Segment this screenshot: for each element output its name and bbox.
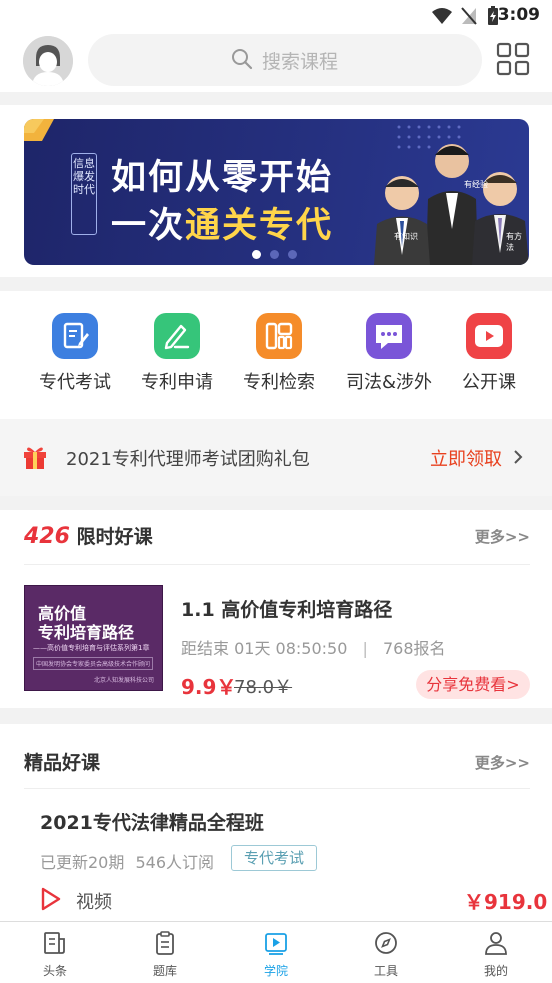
banner-section: 信息爆发时代 如何从零开始 一次通关专代 有知识 有经验 有方法 (0, 105, 552, 277)
banner-vertical-text: 信息爆发时代 (71, 153, 97, 235)
chevron-right-icon (514, 450, 523, 464)
tab-label: 题库 (152, 964, 177, 978)
cover-publisher: 北京人知发展科技公司 (93, 677, 154, 684)
tab-label: 我的 (483, 964, 508, 978)
category-judicial-foreign[interactable]: 司法&涉外 (337, 313, 441, 394)
carousel-dot[interactable] (270, 250, 279, 259)
tab-label: 头条 (42, 964, 67, 978)
clock: 3:09 (497, 5, 540, 25)
category-patent-application[interactable]: 专利申请 (125, 313, 229, 394)
search-bar[interactable]: 搜索课程 (88, 34, 482, 86)
cover-note: 中国发明协会专家委员会高级技术合作顾问 (33, 657, 154, 670)
grid-menu-icon[interactable] (496, 42, 530, 76)
promo-text: 2021专利代理师考试团购礼包 (66, 449, 310, 470)
search-icon (232, 49, 253, 70)
news-icon (44, 932, 65, 954)
more-link[interactable]: 更多>> (475, 752, 530, 773)
original-price: 78.0￥ (234, 677, 293, 698)
bottom-tab-bar: 头条 题库 学院 工具 我的 (0, 921, 552, 983)
banner-tag-knowledge: 有知识 (394, 232, 418, 241)
tab-news[interactable]: 头条 (0, 930, 110, 979)
course-meta: 已更新20期 546人订阅 (40, 849, 214, 873)
premium-courses-section: 精品好课 更多>> 2021专代法律精品全程班 已更新20期 546人订阅 专代… (0, 724, 552, 921)
compass-icon (375, 932, 397, 954)
promo-banner[interactable]: 信息爆发时代 如何从零开始 一次通关专代 有知识 有经验 有方法 (24, 119, 529, 265)
limited-courses-section: 426 限时好课 更多>> 高价值 专利培育路径 ——高价值专利培育与评估系列第… (0, 510, 552, 708)
update-count: 已更新20期 (40, 853, 125, 872)
category-label: 司法&涉外 (345, 372, 433, 393)
course-tag: 专代考试 (231, 845, 318, 871)
avatar[interactable] (23, 36, 73, 86)
category-exam[interactable]: 专代考试 (23, 313, 127, 394)
claim-now-link[interactable]: 立即领取 (430, 445, 502, 471)
no-signal-icon (461, 7, 477, 25)
banner-headline-2-prefix: 一次 (111, 206, 186, 246)
tab-label: 工具 (373, 964, 398, 978)
wifi-icon (432, 8, 452, 24)
profile-icon (485, 932, 507, 955)
limited-count: 426 (24, 524, 70, 549)
meta-separator: | (362, 639, 368, 658)
media-type: 视频 (76, 892, 112, 913)
banner-headline-1: 如何从零开始 (111, 158, 334, 198)
tab-academy[interactable]: 学院 (221, 930, 331, 979)
divider (24, 564, 530, 565)
category-label: 专利检索 (243, 372, 315, 393)
category-label: 公开课 (462, 372, 516, 393)
category-patent-search[interactable]: 专利检索 (227, 313, 331, 394)
carousel-dot[interactable] (288, 250, 297, 259)
share-free-button[interactable]: 分享免费看> (416, 670, 530, 699)
more-link[interactable]: 更多>> (475, 526, 530, 547)
chat-icon (366, 313, 412, 359)
search-chart-icon (256, 313, 302, 359)
play-icon (41, 887, 61, 911)
search-placeholder: 搜索课程 (262, 51, 339, 73)
carousel-indicator[interactable] (252, 244, 306, 263)
banner-headline-2: 一次通关专代 (111, 197, 333, 248)
divider (24, 788, 530, 789)
course-cover[interactable]: 高价值 专利培育路径 ——高价值专利培育与评估系列第1章 中国发明协会专家委员会… (24, 585, 163, 691)
category-label: 专利申请 (141, 372, 213, 393)
cover-subtitle: ——高价值专利培育与评估系列第1章 (33, 644, 150, 652)
banner-tag-method: 有方法 (506, 232, 522, 252)
edit-icon (154, 313, 200, 359)
section-title: 426 限时好课 (24, 522, 153, 549)
banner-tag-experience: 有经验 (464, 180, 488, 189)
course-meta: 距结束 01天 08:50:50 | 768报名 (181, 635, 446, 659)
limited-title: 限时好课 (76, 526, 153, 548)
carousel-dot-active[interactable] (252, 250, 261, 259)
academy-icon (265, 933, 287, 955)
status-bar: 3:09 (0, 0, 552, 32)
category-label: 专代考试 (39, 372, 111, 393)
tab-question-bank[interactable]: 题库 (110, 930, 220, 979)
course-title[interactable]: 2021专代法律精品全程班 (40, 808, 264, 835)
tab-profile[interactable]: 我的 (441, 930, 551, 979)
cover-title-2: 专利培育路径 (38, 623, 135, 642)
user-avatar-icon (23, 36, 73, 86)
countdown: 距结束 01天 08:50:50 (181, 639, 348, 658)
tab-tools[interactable]: 工具 (331, 930, 441, 979)
category-grid: 专代考试 专利申请 专利检索 司法&涉外 公开课 (0, 291, 552, 419)
tab-label: 学院 (263, 964, 288, 978)
top-header: 搜索课程 (0, 32, 552, 92)
subscriber-count: 546人订阅 (135, 853, 215, 872)
promo-strip[interactable]: 2021专利代理师考试团购礼包 立即领取 (0, 419, 552, 496)
category-open-class[interactable]: 公开课 (437, 313, 541, 394)
question-bank-icon (156, 931, 174, 955)
gift-icon (24, 447, 46, 469)
course-title[interactable]: 1.1 高价值专利培育路径 (181, 595, 392, 622)
signup-count: 768报名 (382, 639, 446, 658)
video-icon (466, 313, 512, 359)
banner-headline-2-highlight: 通关专代 (185, 206, 334, 246)
course-price: ￥919.0 (464, 890, 548, 914)
section-title: 精品好课 (24, 752, 101, 774)
sale-price: 9.9￥ (181, 675, 237, 699)
exam-icon (52, 313, 98, 359)
